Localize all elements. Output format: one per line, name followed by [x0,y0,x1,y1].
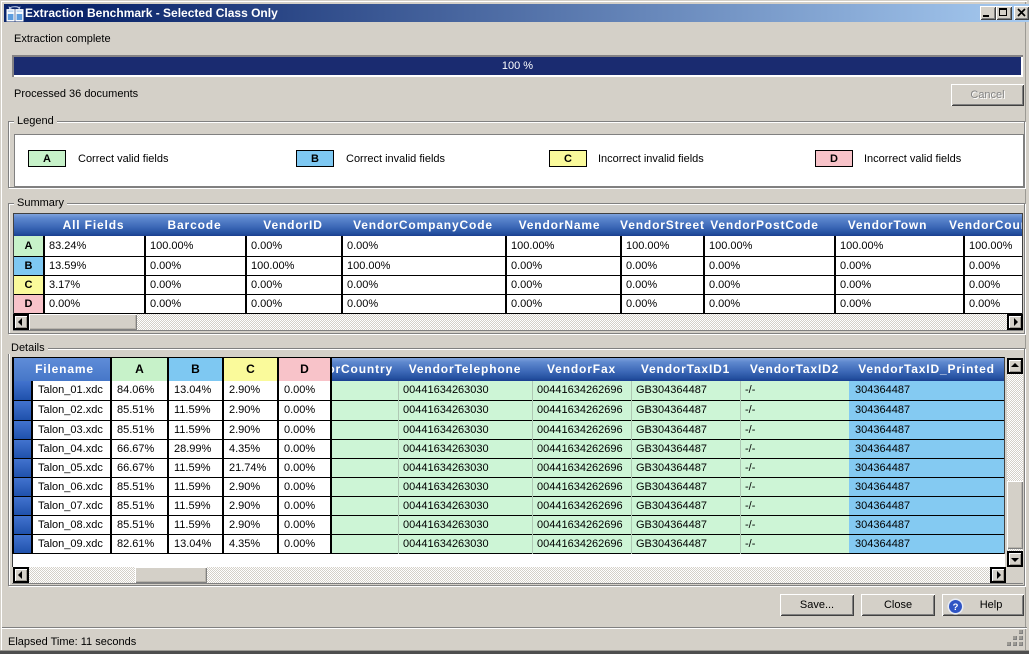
svg-text:?: ? [953,602,959,613]
